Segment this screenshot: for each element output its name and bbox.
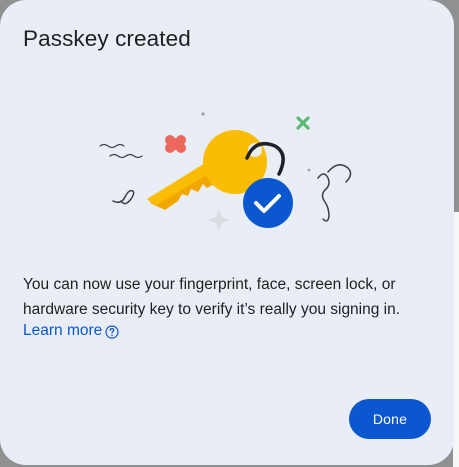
done-button[interactable]: Done (349, 399, 431, 439)
learn-more-link[interactable]: Learn more (23, 320, 119, 342)
learn-more-label: Learn more (23, 322, 103, 339)
dialog-title: Passkey created (23, 26, 191, 51)
passkey-illustration (95, 106, 365, 236)
body-line-2: hardware security key to verify it’s rea… (23, 301, 401, 318)
body-line-1: You can now use your fingerprint, face, … (23, 276, 396, 293)
help-circle-icon (105, 324, 119, 339)
passkey-created-dialog: Passkey created You can now use your fin… (0, 0, 454, 465)
dialog-body: You can now use your fingerprint, face, … (23, 272, 435, 322)
